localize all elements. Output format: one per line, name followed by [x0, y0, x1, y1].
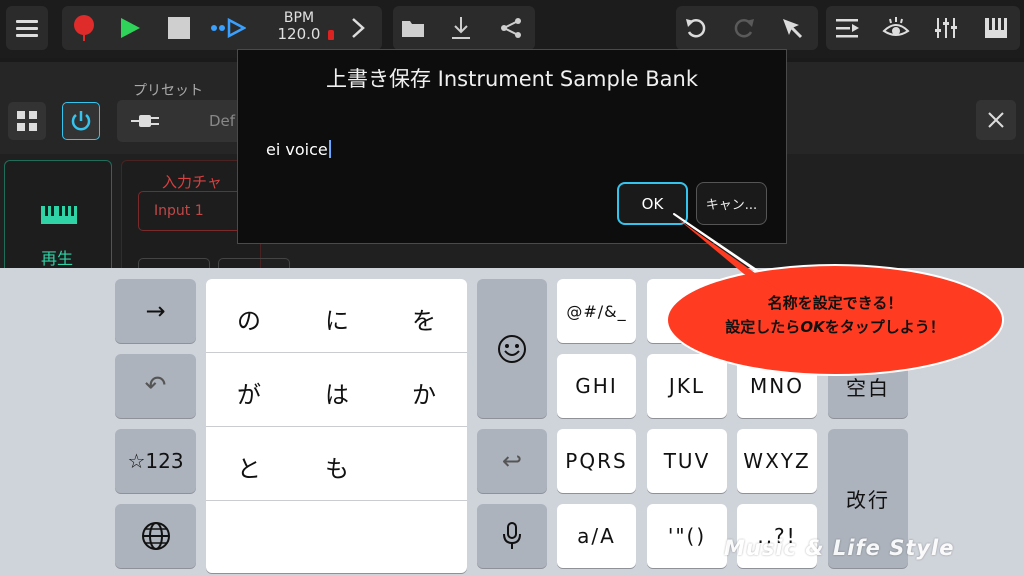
callout-line-2: 設定したらOKをタップしよう！ [665, 316, 1005, 339]
callout-line-2-post: をタップしよう！ [824, 318, 945, 336]
watermark-text: Music & Life Style [724, 536, 955, 560]
callout-line-2-pre: 設定したら [725, 318, 801, 336]
callout-text-box: 名称を設定できる！ 設定したらOKをタップしよう！ [665, 265, 1005, 377]
callout-ok-word: OK [800, 318, 825, 336]
callout-line-1: 名称を設定できる！ [767, 294, 903, 312]
